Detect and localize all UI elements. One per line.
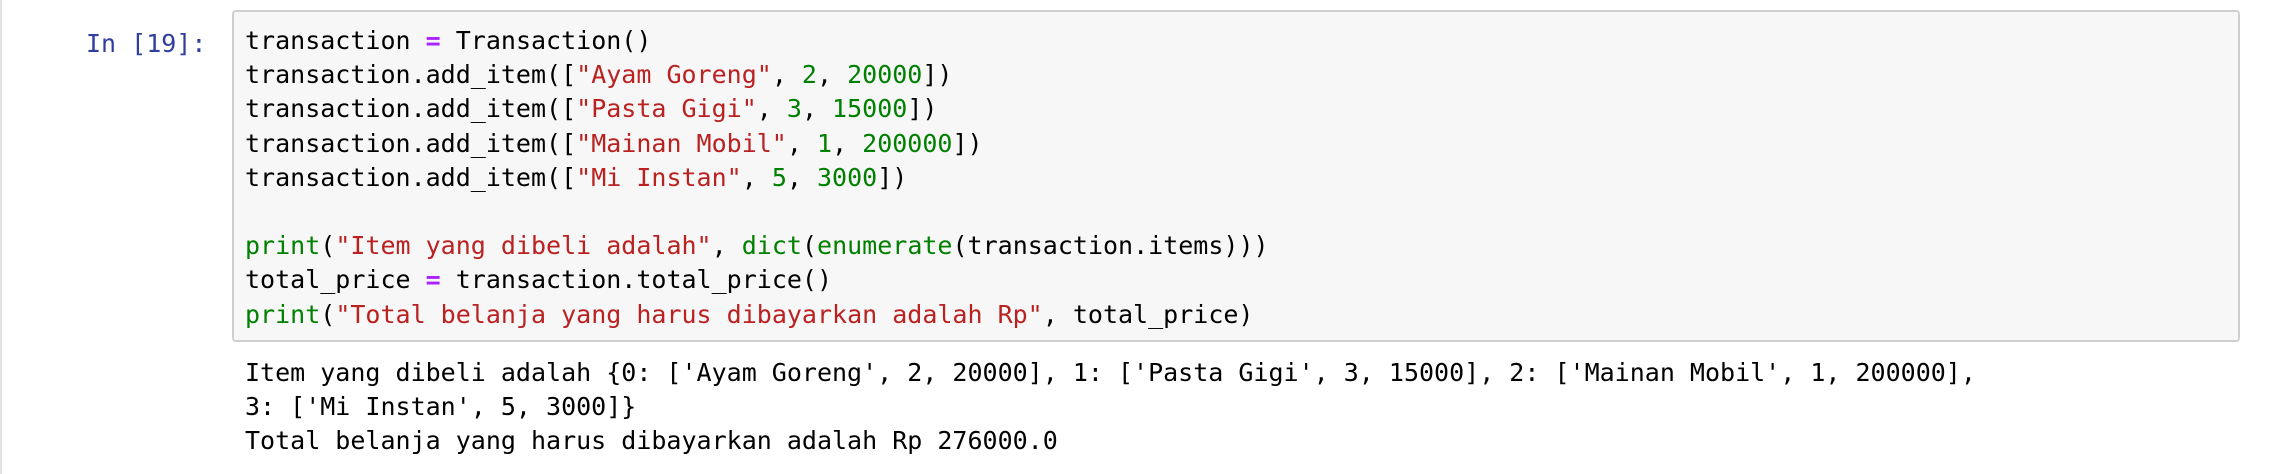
code-token: ]) [877,162,908,192]
code-token-str: "Pasta Gigi" [576,94,757,124]
code-token-num: 2 [801,60,817,90]
cell-output: Item yang dibeli adalah {0: ['Ayam Goren… [245,356,1976,459]
code-token: transaction.add_item([ [245,162,577,192]
code-token-builtin: enumerate [817,231,953,261]
code-token-str: "Mi Instan" [576,162,742,192]
code-token-num: 200000 [862,128,953,158]
code-token: transaction.add_item([ [245,60,577,90]
code-token-op: = [425,265,441,295]
code-token-builtin: print [245,231,321,261]
code-token: transaction.add_item([ [245,94,577,124]
code-line: print("Item yang dibeli adalah", dict(en… [245,229,1269,263]
code-editor[interactable]: transaction = Transaction() transaction.a… [232,10,2240,342]
cell-left-border [0,0,2,474]
code-token: ]) [907,94,938,124]
code-token: , [801,94,833,124]
code-token-str: "Item yang dibeli adalah" [335,231,712,261]
code-token: ( [801,231,818,261]
code-token-num: 1 [816,128,833,158]
code-token: , [711,231,742,261]
code-token: , [816,60,848,90]
code-token: (transaction.items))) [952,231,1269,261]
code-token: total_price [245,265,426,295]
code-token-num: 5 [771,162,787,192]
code-token: , [786,162,817,192]
code-token-op: = [425,26,441,55]
code-token: Transaction() [440,26,652,55]
code-line: transaction = Transaction() [245,24,1269,58]
code-token-num: 20000 [847,60,923,90]
output-line: Total belanja yang harus dibayarkan adal… [245,426,1058,456]
code-line: total_price = transaction.total_price() [245,263,1269,297]
code-token-str: "Mainan Mobil" [576,128,787,158]
input-prompt: In [19]: [86,29,207,58]
code-line: transaction.add_item(["Mainan Mobil", 1,… [245,127,1269,161]
code-token-num: 3 [786,94,802,124]
code-line: transaction.add_item(["Mi Instan", 5, 30… [245,161,1269,195]
code-token: transaction.total_price() [440,265,833,295]
code-token: , [741,162,772,192]
code-line: transaction.add_item(["Pasta Gigi", 3, 1… [245,92,1269,126]
code-line: print("Total belanja yang harus dibayark… [245,298,1269,332]
code-token-str: "Total belanja yang harus dibayarkan ada… [335,299,1043,329]
code-token: ]) [952,128,983,158]
code-token: , [786,128,817,158]
code-token: , [832,128,863,158]
code-token: , [756,94,787,124]
code-token-builtin: dict [741,231,802,261]
code-token: transaction.add_item([ [245,128,577,158]
code-token-num: 3000 [817,162,878,192]
code-token-builtin: print [245,299,321,329]
code-token: transaction [245,26,426,55]
code-token-num: 15000 [832,94,908,124]
code-block[interactable]: transaction = Transaction() transaction.a… [245,24,1269,332]
code-token: ( [320,299,336,329]
code-token: ]) [922,60,953,90]
code-token: , [771,60,802,90]
output-line: Item yang dibeli adalah {0: ['Ayam Goren… [245,358,1976,387]
code-token-str: "Ayam Goreng" [576,60,772,90]
output-line: 3: ['Mi Instan', 5, 3000]} [245,392,637,422]
code-token: ( [320,231,336,261]
code-line: transaction.add_item(["Ayam Goreng", 2, … [245,58,1269,92]
code-token: , total_price) [1042,299,1254,329]
